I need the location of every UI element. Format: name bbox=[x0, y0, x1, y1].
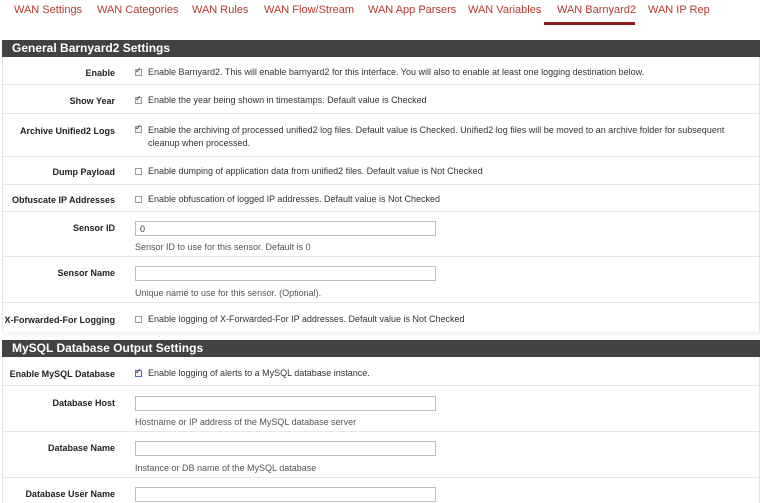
sensor-name-row: Sensor Name Unique name to use for this … bbox=[3, 257, 759, 303]
mysql-settings-header: MySQL Database Output Settings bbox=[2, 340, 760, 357]
db-host-label: Database Host bbox=[52, 398, 115, 408]
tab-wan-categories[interactable]: WAN Categories bbox=[97, 4, 179, 16]
tab-wan-settings[interactable]: WAN Settings bbox=[14, 4, 82, 16]
obfuscate-description: Enable obfuscation of logged IP addresse… bbox=[148, 194, 441, 204]
obfuscate-checkbox[interactable] bbox=[135, 196, 142, 203]
sensor-id-label: Sensor ID bbox=[72, 223, 115, 233]
db-name-input[interactable] bbox=[135, 441, 436, 456]
enable-checkbox[interactable] bbox=[135, 66, 142, 76]
show-year-checkbox[interactable] bbox=[135, 94, 142, 104]
mysql-enable-row: Enable MySQL Database Enable logging of … bbox=[3, 357, 759, 386]
sensor-id-input[interactable] bbox=[135, 221, 436, 236]
tab-wan-rules[interactable]: WAN Rules bbox=[192, 4, 248, 16]
xff-row: X-Forwarded-For Logging Enable logging o… bbox=[3, 303, 759, 332]
active-tab-indicator bbox=[544, 22, 635, 25]
show-year-label: Show Year bbox=[69, 96, 115, 106]
dump-payload-checkbox[interactable] bbox=[135, 168, 142, 175]
dump-payload-label: Dump Payload bbox=[52, 167, 115, 177]
obfuscate-row: Obfuscate IP Addresses Enable obfuscatio… bbox=[3, 185, 759, 212]
tab-bar: WAN Settings WAN Categories WAN Rules WA… bbox=[0, 0, 776, 28]
xff-description: Enable logging of X-Forwarded-For IP add… bbox=[148, 314, 465, 324]
sensor-id-row: Sensor ID Sensor ID to use for this sens… bbox=[3, 212, 759, 257]
sensor-id-help: Sensor ID to use for this sensor. Defaul… bbox=[135, 242, 311, 252]
tab-wan-app-parsers[interactable]: WAN App Parsers bbox=[368, 4, 456, 16]
sensor-name-label: Sensor Name bbox=[57, 268, 115, 278]
dump-payload-row: Dump Payload Enable dumping of applicati… bbox=[3, 157, 759, 185]
archive-description: Enable the archiving of processed unifie… bbox=[148, 125, 725, 148]
archive-row: Archive Unified2 Logs Enable the archivi… bbox=[3, 114, 759, 157]
sensor-name-help: Unique name to use for this sensor. (Opt… bbox=[135, 288, 322, 298]
db-user-label: Database User Name bbox=[25, 489, 115, 499]
db-host-help: Hostname or IP address of the MySQL data… bbox=[135, 417, 357, 427]
db-host-row: Database Host Hostname or IP address of … bbox=[3, 386, 759, 432]
db-user-row: Database User Name bbox=[3, 478, 759, 503]
mysql-enable-description: Enable logging of alerts to a MySQL data… bbox=[148, 368, 370, 378]
general-settings-panel: Enable Enable Barnyard2. This will enabl… bbox=[2, 57, 760, 332]
dump-payload-description: Enable dumping of application data from … bbox=[148, 166, 483, 176]
tab-wan-ip-rep[interactable]: WAN IP Rep bbox=[648, 4, 710, 16]
tab-wan-barnyard2[interactable]: WAN Barnyard2 bbox=[557, 4, 636, 16]
archive-checkbox[interactable] bbox=[135, 123, 142, 133]
enable-label: Enable bbox=[85, 68, 115, 78]
panel-separator bbox=[2, 332, 760, 338]
xff-label: X-Forwarded-For Logging bbox=[4, 315, 116, 325]
mysql-settings-panel: Enable MySQL Database Enable logging of … bbox=[2, 357, 760, 503]
archive-label: Archive Unified2 Logs bbox=[19, 126, 115, 136]
obfuscate-label: Obfuscate IP Addresses bbox=[11, 195, 115, 205]
db-name-row: Database Name Instance or DB name of the… bbox=[3, 432, 759, 478]
show-year-row: Show Year Enable the year being shown in… bbox=[3, 85, 759, 114]
mysql-enable-checkbox[interactable] bbox=[135, 367, 142, 377]
tab-wan-variables[interactable]: WAN Variables bbox=[468, 4, 541, 16]
enable-description: Enable Barnyard2. This will enable barny… bbox=[148, 67, 645, 77]
xff-checkbox[interactable] bbox=[135, 316, 142, 323]
tab-wan-flow-stream[interactable]: WAN Flow/Stream bbox=[264, 4, 354, 16]
db-name-label: Database Name bbox=[47, 443, 115, 453]
general-settings-header: General Barnyard2 Settings bbox=[2, 40, 760, 57]
sensor-name-input[interactable] bbox=[135, 266, 436, 281]
db-name-help: Instance or DB name of the MySQL databas… bbox=[135, 463, 317, 473]
enable-row: Enable Enable Barnyard2. This will enabl… bbox=[3, 57, 759, 85]
mysql-enable-label: Enable MySQL Database bbox=[9, 369, 115, 379]
db-user-input[interactable] bbox=[135, 487, 436, 502]
db-host-input[interactable] bbox=[135, 396, 436, 411]
show-year-description: Enable the year being shown in timestamp… bbox=[148, 95, 427, 105]
